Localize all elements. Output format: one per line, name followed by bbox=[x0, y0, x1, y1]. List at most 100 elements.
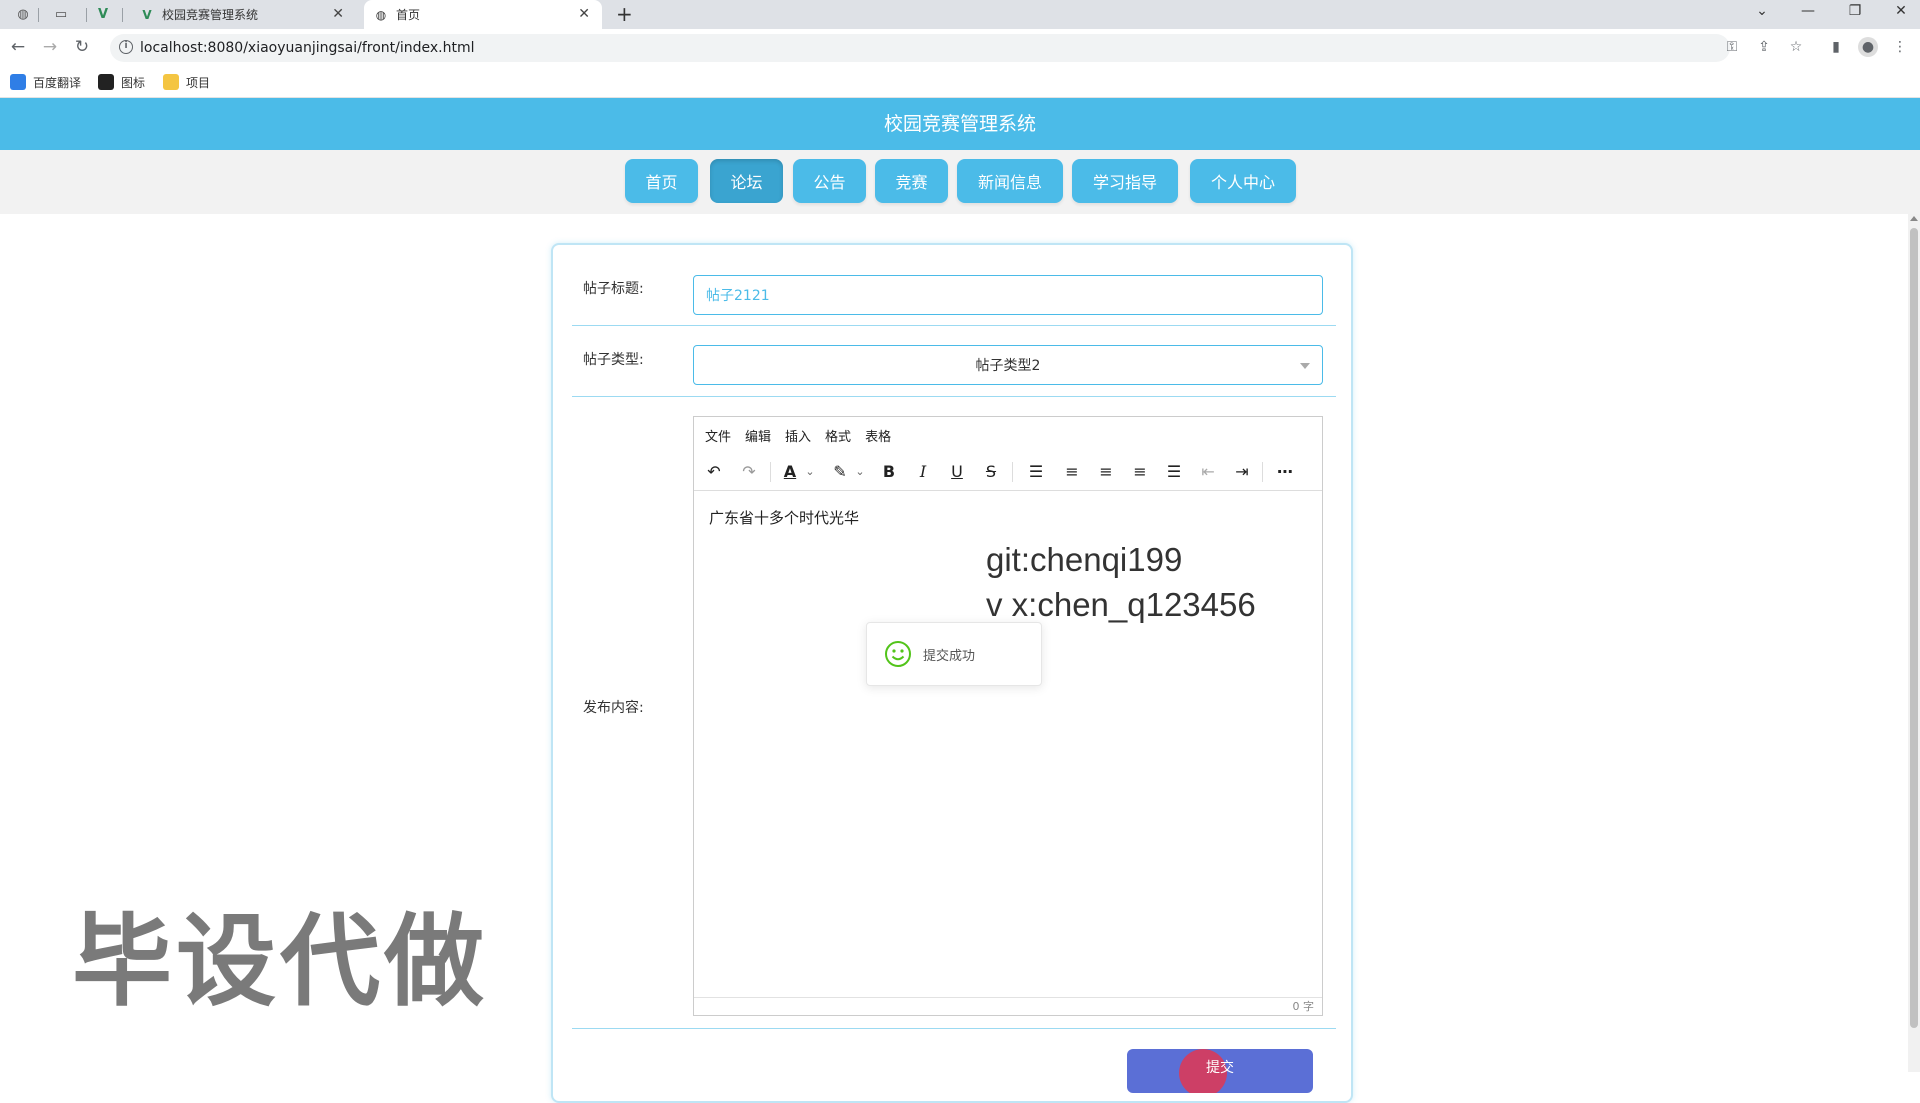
align-justify-icon[interactable]: ☰ bbox=[1162, 460, 1186, 484]
key-icon[interactable]: ⚿ bbox=[1722, 37, 1742, 57]
post-title-input[interactable]: 帖子2121 bbox=[693, 275, 1323, 315]
wechat-text: v x:chen_q123456 bbox=[986, 586, 1256, 623]
strikethrough-icon[interactable]: S bbox=[979, 460, 1003, 484]
site-header: 校园竞赛管理系统 bbox=[0, 98, 1920, 150]
bookmark-project[interactable]: 项目 bbox=[163, 72, 210, 92]
globe-icon: ◍ bbox=[375, 7, 387, 22]
nav-notice[interactable]: 公告 bbox=[793, 159, 866, 203]
post-type-select[interactable]: 帖子类型2 bbox=[693, 345, 1323, 385]
forward-arrow-icon[interactable]: → bbox=[39, 36, 61, 58]
menu-insert[interactable]: 插入 bbox=[785, 426, 811, 445]
caret-down-icon bbox=[1300, 363, 1310, 369]
bookmark-label: 项目 bbox=[186, 75, 211, 90]
italic-icon[interactable]: I bbox=[911, 460, 935, 484]
image-icon bbox=[98, 74, 114, 90]
menu-format[interactable]: 格式 bbox=[825, 426, 851, 445]
tab-divider bbox=[86, 8, 87, 22]
vue-icon: V bbox=[142, 7, 152, 22]
nav-study-guide[interactable]: 学习指导 bbox=[1072, 159, 1178, 203]
menu-edit[interactable]: 编辑 bbox=[745, 426, 771, 445]
sidebar-icon[interactable]: ▮ bbox=[1826, 37, 1846, 57]
post-type-label: 帖子类型: bbox=[583, 352, 644, 368]
close-icon[interactable]: ✕ bbox=[578, 6, 590, 22]
browser-tabstrip: ◍ ▭ V V 校园竞赛管理系统 ✕ ◍ 首页 ✕ + ⌄ — ❐ ✕ bbox=[0, 0, 1920, 29]
align-center-icon[interactable]: ≡ bbox=[1094, 460, 1118, 484]
nav-competition[interactable]: 竞赛 bbox=[875, 159, 948, 203]
redo-icon[interactable]: ↷ bbox=[737, 460, 761, 484]
restore-button[interactable]: ❐ bbox=[1840, 3, 1870, 19]
word-count: 0 字 bbox=[694, 997, 1322, 1015]
vue-icon[interactable]: V bbox=[92, 4, 114, 24]
scrollbar-thumb[interactable] bbox=[1910, 228, 1918, 1028]
menu-file[interactable]: 文件 bbox=[705, 426, 731, 445]
nav-news[interactable]: 新闻信息 bbox=[957, 159, 1063, 203]
tab-title: 校园竞赛管理系统 bbox=[162, 8, 259, 22]
chevron-down-icon[interactable]: ⌄ bbox=[1747, 3, 1777, 19]
more-horiz-icon[interactable]: ⋯ bbox=[1273, 460, 1297, 484]
close-window-button[interactable]: ✕ bbox=[1886, 3, 1916, 19]
site-title: 校园竞赛管理系统 bbox=[883, 113, 1036, 135]
align-right-icon[interactable]: ≡ bbox=[1128, 460, 1152, 484]
row-divider bbox=[572, 396, 1336, 397]
contact-overlay: git:chenqi199 v x:chen_q123456 bbox=[986, 537, 1256, 627]
editor-menubar: 文件 编辑 插入 格式 表格 bbox=[694, 417, 1322, 453]
undo-icon[interactable]: ↶ bbox=[702, 460, 726, 484]
more-vert-icon[interactable]: ⋮ bbox=[1890, 37, 1910, 57]
toolbar-divider bbox=[1262, 462, 1263, 482]
nav-forum[interactable]: 论坛 bbox=[710, 159, 783, 203]
translate-icon bbox=[10, 74, 26, 90]
minimize-button[interactable]: — bbox=[1793, 3, 1823, 19]
bookmarks-bar: 百度翻译 图标 项目 bbox=[0, 66, 1920, 98]
share-icon[interactable]: ⇪ bbox=[1754, 37, 1774, 57]
toolbar-divider bbox=[770, 462, 771, 482]
toast-message: 提交成功 bbox=[923, 648, 976, 664]
line-height-icon[interactable]: ☰ bbox=[1024, 460, 1048, 484]
blank-tab-icon[interactable]: ▭ bbox=[50, 4, 72, 24]
nav-personal-center[interactable]: 个人中心 bbox=[1190, 159, 1296, 203]
row-divider bbox=[572, 1028, 1336, 1029]
post-type-value: 帖子类型2 bbox=[975, 358, 1041, 374]
scroll-up-arrow[interactable] bbox=[1910, 216, 1918, 221]
info-icon[interactable]: i bbox=[119, 40, 133, 54]
chevron-down-icon[interactable]: ⌄ bbox=[848, 460, 872, 484]
back-arrow-icon[interactable]: ← bbox=[7, 36, 29, 58]
bookmark-icons[interactable]: 图标 bbox=[98, 72, 145, 92]
bookmark-label: 图标 bbox=[121, 75, 146, 90]
content-label: 发布内容: bbox=[583, 700, 644, 716]
align-left-icon[interactable]: ≡ bbox=[1060, 460, 1084, 484]
main-nav: 首页 论坛 公告 竞赛 新闻信息 学习指导 个人中心 bbox=[0, 150, 1920, 214]
editor-text: 广东省十多个时代光华 bbox=[709, 509, 860, 527]
success-toast: 提交成功 bbox=[866, 622, 1042, 686]
chevron-down-icon[interactable]: ⌄ bbox=[798, 460, 822, 484]
editor-toolbar: ↶ ↷ A ⌄ ✎ ⌄ B I U S ☰ ≡ ≡ ≡ ☰ ⇤ ⇥ ⋯ bbox=[694, 453, 1322, 491]
post-form-card: 帖子标题: 帖子2121 帖子类型: 帖子类型2 发布内容: 文件 编辑 插入 … bbox=[551, 243, 1353, 1103]
globe-icon[interactable]: ◍ bbox=[12, 4, 34, 24]
indent-icon[interactable]: ⇥ bbox=[1230, 460, 1254, 484]
folder-icon bbox=[163, 74, 179, 90]
bookmark-baidu-translate[interactable]: 百度翻译 bbox=[10, 72, 81, 92]
row-divider bbox=[572, 325, 1336, 326]
reload-icon[interactable]: ↻ bbox=[71, 36, 93, 58]
profile-icon[interactable]: ● bbox=[1858, 37, 1878, 57]
smile-icon bbox=[885, 641, 911, 667]
close-icon[interactable]: ✕ bbox=[332, 6, 344, 22]
submit-label: 提交 bbox=[1206, 1060, 1234, 1076]
tab-divider bbox=[122, 8, 123, 22]
git-text: git:chenqi199 bbox=[986, 541, 1183, 578]
page-scrollbar[interactable] bbox=[1908, 214, 1920, 1072]
post-title-label: 帖子标题: bbox=[583, 281, 644, 297]
tab-divider bbox=[38, 8, 39, 22]
nav-home[interactable]: 首页 bbox=[625, 159, 698, 203]
bookmark-label: 百度翻译 bbox=[33, 75, 82, 90]
underline-icon[interactable]: U bbox=[945, 460, 969, 484]
url-field[interactable]: i localhost:8080/xiaoyuanjingsai/front/i… bbox=[110, 34, 1730, 62]
tab-home[interactable]: ◍ 首页 ✕ bbox=[364, 0, 602, 29]
bold-icon[interactable]: B bbox=[877, 460, 901, 484]
star-icon[interactable]: ☆ bbox=[1786, 37, 1806, 57]
menu-table[interactable]: 表格 bbox=[865, 426, 891, 445]
submit-button[interactable]: 提交 bbox=[1127, 1049, 1313, 1093]
rich-text-editor: 文件 编辑 插入 格式 表格 ↶ ↷ A ⌄ ✎ ⌄ B I U S ☰ ≡ ≡… bbox=[693, 416, 1323, 1016]
tab-campus-system[interactable]: V 校园竞赛管理系统 ✕ bbox=[130, 0, 356, 29]
outdent-icon[interactable]: ⇤ bbox=[1196, 460, 1220, 484]
new-tab-button[interactable]: + bbox=[616, 2, 633, 26]
